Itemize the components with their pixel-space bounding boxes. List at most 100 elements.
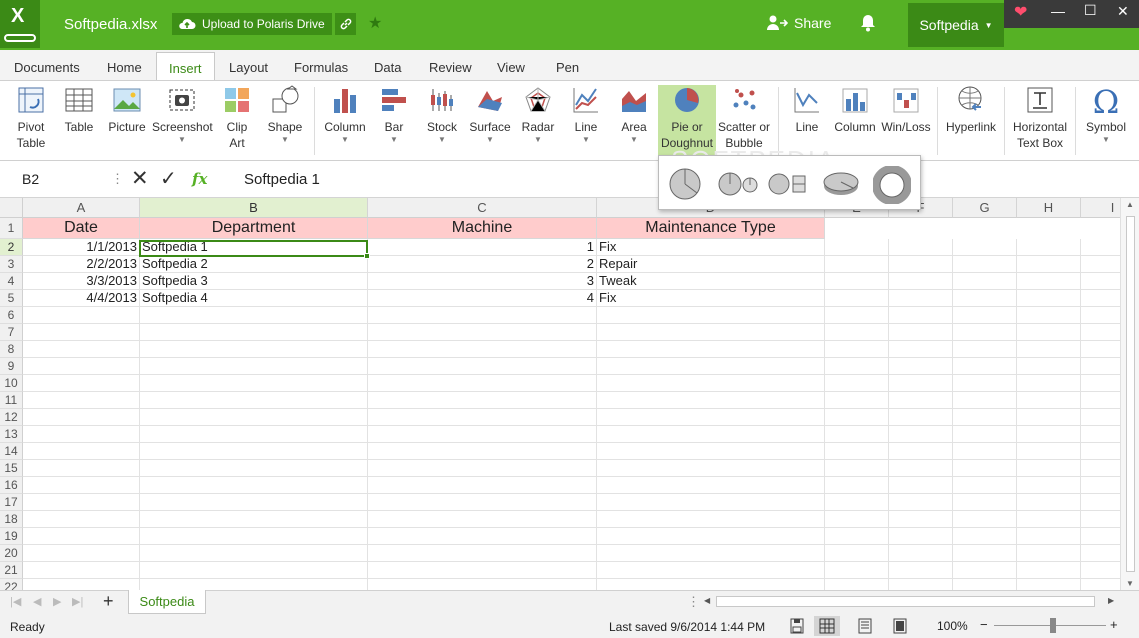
empty-cell[interactable] [825, 443, 889, 460]
empty-cell[interactable] [597, 409, 825, 426]
pie-icon[interactable] [667, 166, 703, 202]
pivot-table-button[interactable]: Pivot Table [10, 85, 52, 151]
maintenance-type-cell[interactable]: Fix [597, 290, 825, 307]
empty-cell[interactable] [1081, 579, 1120, 590]
empty-cell[interactable] [889, 239, 953, 256]
maintenance-type-cell[interactable]: Repair [597, 256, 825, 273]
empty-cell[interactable] [825, 358, 889, 375]
empty-cell[interactable] [23, 579, 140, 590]
empty-cell[interactable] [368, 409, 597, 426]
empty-cell[interactable] [825, 290, 889, 307]
empty-cell[interactable] [953, 290, 1017, 307]
more-options-icon[interactable]: ⋮ [111, 171, 124, 187]
empty-cell[interactable] [953, 511, 1017, 528]
empty-cell[interactable] [1017, 477, 1081, 494]
empty-cell[interactable] [889, 290, 953, 307]
empty-cell[interactable] [1017, 290, 1081, 307]
star-icon[interactable]: ★ [368, 13, 382, 33]
empty-cell[interactable] [953, 375, 1017, 392]
empty-cell[interactable] [140, 426, 368, 443]
empty-cell[interactable] [597, 392, 825, 409]
row-header[interactable]: 15 [0, 460, 23, 477]
row-header[interactable]: 10 [0, 375, 23, 392]
empty-cell[interactable] [23, 307, 140, 324]
empty-cell[interactable] [1017, 545, 1081, 562]
empty-cell[interactable] [953, 392, 1017, 409]
empty-cell[interactable] [597, 511, 825, 528]
empty-cell[interactable] [889, 511, 953, 528]
column-header-a[interactable]: A [23, 198, 140, 218]
empty-cell[interactable] [825, 256, 889, 273]
empty-cell[interactable] [597, 494, 825, 511]
empty-cell[interactable] [23, 409, 140, 426]
row-header[interactable]: 1 [0, 218, 23, 239]
row-header[interactable]: 2 [0, 239, 23, 256]
empty-cell[interactable] [889, 375, 953, 392]
empty-cell[interactable] [23, 511, 140, 528]
zoom-level[interactable]: 100% [937, 619, 968, 633]
empty-cell[interactable] [1017, 341, 1081, 358]
empty-cell[interactable] [1017, 409, 1081, 426]
empty-cell[interactable] [597, 528, 825, 545]
empty-cell[interactable] [889, 273, 953, 290]
header-cell-department[interactable]: Department [140, 218, 368, 239]
empty-cell[interactable] [368, 528, 597, 545]
empty-cell[interactable] [1081, 256, 1120, 273]
tab-formulas[interactable]: Formulas [294, 60, 348, 75]
empty-cell[interactable] [889, 426, 953, 443]
empty-cell[interactable] [368, 545, 597, 562]
row-header[interactable]: 17 [0, 494, 23, 511]
hyperlink-button[interactable]: Hyperlink [944, 85, 998, 135]
radar-chart-button[interactable]: Radar ▼ [518, 85, 558, 145]
empty-cell[interactable] [825, 460, 889, 477]
empty-cell[interactable] [825, 341, 889, 358]
empty-cell[interactable] [889, 494, 953, 511]
empty-cell[interactable] [23, 528, 140, 545]
empty-cell[interactable] [889, 562, 953, 579]
empty-cell[interactable] [825, 409, 889, 426]
row-header[interactable]: 5 [0, 290, 23, 307]
date-cell[interactable]: 2/2/2013 [23, 256, 140, 273]
area-chart-button[interactable]: Area ▼ [614, 85, 654, 145]
empty-cell[interactable] [889, 528, 953, 545]
column-chart-button[interactable]: Column ▼ [322, 85, 368, 145]
insert-function-button[interactable]: fx [192, 170, 207, 188]
empty-cell[interactable] [889, 477, 953, 494]
empty-cell[interactable] [825, 477, 889, 494]
empty-cell[interactable] [1081, 324, 1120, 341]
empty-cell[interactable] [140, 443, 368, 460]
surface-chart-button[interactable]: Surface ▼ [468, 85, 512, 145]
maintenance-type-cell[interactable]: Fix [597, 239, 825, 256]
empty-cell[interactable] [1081, 511, 1120, 528]
line-chart-button[interactable]: Line ▼ [566, 85, 606, 145]
empty-cell[interactable] [23, 477, 140, 494]
row-header[interactable]: 9 [0, 358, 23, 375]
empty-cell[interactable] [953, 273, 1017, 290]
more-options-icon[interactable]: ⋮ [687, 594, 700, 610]
empty-cell[interactable] [889, 545, 953, 562]
empty-cell[interactable] [953, 426, 1017, 443]
empty-cell[interactable] [368, 477, 597, 494]
vertical-scrollbar[interactable]: ▲ ▼ [1120, 198, 1139, 590]
empty-cell[interactable] [140, 511, 368, 528]
tab-review[interactable]: Review [429, 60, 472, 75]
row-header[interactable]: 4 [0, 273, 23, 290]
sheet-tab-softpedia[interactable]: Softpedia [128, 590, 206, 614]
empty-cell[interactable] [1081, 290, 1120, 307]
picture-button[interactable]: Picture [106, 85, 148, 135]
text-box-button[interactable]: Horizontal Text Box [1010, 85, 1070, 151]
link-button[interactable] [335, 13, 356, 35]
department-cell[interactable]: Softpedia 4 [140, 290, 368, 307]
empty-cell[interactable] [1017, 307, 1081, 324]
empty-cell[interactable] [368, 443, 597, 460]
prev-sheet-icon[interactable]: ◀ [33, 595, 41, 608]
machine-cell[interactable]: 4 [368, 290, 597, 307]
3d-pie-icon[interactable] [821, 170, 861, 198]
empty-cell[interactable] [825, 307, 889, 324]
empty-cell[interactable] [1017, 392, 1081, 409]
empty-cell[interactable] [368, 426, 597, 443]
empty-cell[interactable] [368, 511, 597, 528]
date-cell[interactable]: 4/4/2013 [23, 290, 140, 307]
empty-cell[interactable] [1017, 375, 1081, 392]
empty-cell[interactable] [140, 375, 368, 392]
